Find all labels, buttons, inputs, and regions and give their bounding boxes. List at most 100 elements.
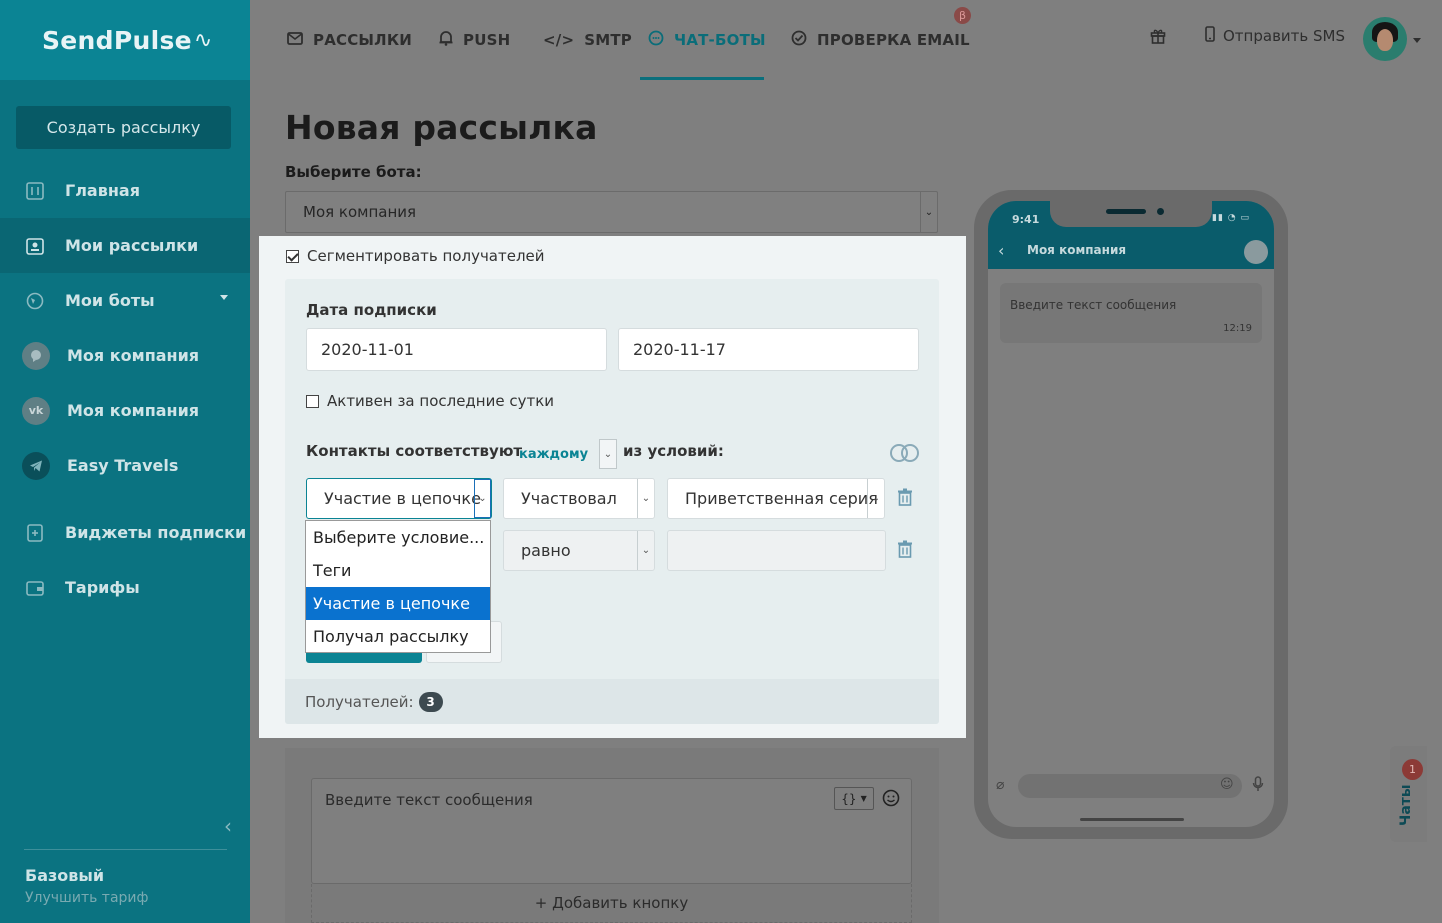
user-avatar[interactable] xyxy=(1363,17,1407,61)
sidebar-item-pricing[interactable]: Тарифы xyxy=(0,560,250,615)
tab-email-verify[interactable]: ПРОВЕРКА EMAIL xyxy=(791,0,970,80)
chats-count-badge: 1 xyxy=(1402,759,1423,780)
date-to-value: 2020-11-17 xyxy=(633,340,726,359)
sidebar-item-label: Виджеты подписки xyxy=(65,523,247,542)
tab-label: ПРОВЕРКА EMAIL xyxy=(817,31,970,49)
gift-icon[interactable] xyxy=(1150,28,1166,48)
chevron-down-icon: ⌄ xyxy=(474,479,491,518)
trash-icon[interactable] xyxy=(897,540,913,562)
chevron-down-icon[interactable] xyxy=(1413,38,1421,43)
phone-header: 9:41 ▮▮ ◔ ▭ ‹ Моя компания xyxy=(988,201,1274,269)
sidebar-item-label: Мои рассылки xyxy=(65,236,199,255)
plan-name: Базовый xyxy=(25,866,105,885)
tab-smtp[interactable]: </> SMTP xyxy=(543,0,632,80)
chevron-down-icon: ⌄ xyxy=(637,479,654,518)
rule2-value-input[interactable] xyxy=(667,530,886,571)
chat-bubble-icon xyxy=(648,30,664,50)
tab-label: РАССЫЛКИ xyxy=(313,31,413,49)
top-nav: РАССЫЛКИ PUSH </> SMTP ЧАТ-БОТЫ ПРОВЕРКА… xyxy=(250,0,1442,80)
campaigns-icon xyxy=(24,235,46,257)
active-checkbox-row[interactable]: Активен за последние сутки xyxy=(306,392,554,410)
bot-select-value: Моя компания xyxy=(303,203,417,221)
phone-screen: 9:41 ▮▮ ◔ ▭ ‹ Моя компания Введите текст… xyxy=(988,201,1274,827)
widget-icon xyxy=(24,522,46,544)
sidebar-item-widgets[interactable]: Виджеты подписки xyxy=(0,505,250,560)
add-button-row[interactable]: + Добавить кнопку xyxy=(311,884,912,923)
sidebar: SendPulse ∿ Создать рассылку Главная Мои… xyxy=(0,0,250,923)
recipients-count-badge: 3 xyxy=(418,691,443,712)
envelope-icon xyxy=(287,31,303,49)
sidebar-item-label: Мои боты xyxy=(65,291,155,310)
active-tab-indicator xyxy=(640,77,764,80)
active-checkbox[interactable] xyxy=(306,394,319,408)
chevron-down-icon[interactable] xyxy=(220,295,228,300)
back-icon: ‹ xyxy=(998,241,1005,260)
dropdown-option[interactable]: Выберите условие... xyxy=(306,521,490,554)
vk-icon: vk xyxy=(22,396,50,425)
rule2-operator-select[interactable]: равно ⌄ xyxy=(503,530,655,571)
emoji-icon[interactable] xyxy=(882,789,900,811)
dropdown-option-selected[interactable]: Участие в цепочке xyxy=(306,587,490,620)
sidebar-nav: Главная Мои рассылки Мои боты Моя компан… xyxy=(0,163,250,615)
pulse-icon: ∿ xyxy=(193,27,213,53)
chevron-down-icon: ⌄ xyxy=(637,531,654,570)
rule1-field-select[interactable]: Участие в цепочке ⌄ xyxy=(306,478,492,519)
trash-icon[interactable] xyxy=(897,488,913,510)
sidebar-divider xyxy=(24,849,227,850)
sidebar-item-bot-messenger[interactable]: Моя компания xyxy=(0,328,250,383)
braces-icon: {} xyxy=(841,791,857,806)
dropdown-option[interactable]: Теги xyxy=(306,554,490,587)
phone-notch xyxy=(1050,201,1212,227)
signal-wifi-battery-icon: ▮▮ ◔ ▭ xyxy=(1212,213,1250,223)
sidebar-item-bot-telegram[interactable]: Easy Travels xyxy=(0,438,250,493)
phone-time: 9:41 xyxy=(1012,213,1040,226)
sidebar-item-label: Главная xyxy=(65,181,140,200)
send-sms-link[interactable]: Отправить SMS xyxy=(1205,26,1345,46)
sidebar-item-home[interactable]: Главная xyxy=(0,163,250,218)
chevron-down-icon[interactable]: ⌄ xyxy=(599,439,617,469)
message-bubble: Введите текст сообщения 12:19 xyxy=(1000,283,1262,343)
date-to-input[interactable]: 2020-11-17 xyxy=(618,328,919,371)
variables-button[interactable]: {} ▼ xyxy=(834,787,874,810)
sidebar-item-my-campaigns[interactable]: Мои рассылки xyxy=(0,218,250,273)
conditions-label: из условий: xyxy=(623,442,724,460)
tab-chatbots[interactable]: ЧАТ-БОТЫ xyxy=(648,0,766,80)
rule1-operator-select[interactable]: Участвовал ⌄ xyxy=(503,478,655,519)
chats-tab-label: Чаты xyxy=(1398,784,1414,826)
phone-icon xyxy=(1205,26,1215,46)
wallet-icon xyxy=(24,577,46,599)
active-checkbox-label: Активен за последние сутки xyxy=(327,392,555,410)
create-campaign-button[interactable]: Создать рассылку xyxy=(16,106,231,149)
logo-text: SendPulse xyxy=(42,25,192,55)
segment-checkbox-row[interactable]: Сегментировать получателей xyxy=(286,247,545,265)
message-placeholder: Введите текст сообщения xyxy=(325,791,533,809)
chevron-down-icon: ⌄ xyxy=(867,479,884,518)
sidebar-item-bot-vk[interactable]: vk Моя компания xyxy=(0,383,250,438)
rule1-field-value: Участие в цепочке xyxy=(324,489,481,508)
check-circle-icon xyxy=(791,30,807,50)
segment-checkbox[interactable] xyxy=(286,249,299,263)
dropdown-option[interactable]: Получал рассылку xyxy=(306,620,490,653)
messenger-icon xyxy=(22,341,50,370)
condition-dropdown-list: Выберите условие... Теги Участие в цепоч… xyxy=(305,520,491,653)
venn-icon[interactable] xyxy=(890,444,920,462)
collapse-sidebar-icon[interactable]: ‹ xyxy=(224,814,232,838)
tab-push[interactable]: PUSH xyxy=(439,0,510,80)
upgrade-plan-link[interactable]: Улучшить тариф xyxy=(25,890,149,906)
phone-avatar xyxy=(1244,240,1268,264)
message-textarea[interactable]: Введите текст сообщения xyxy=(311,778,912,884)
chevron-down-icon: ⌄ xyxy=(920,192,937,232)
add-button-label: + Добавить кнопку xyxy=(534,894,689,912)
microphone-icon xyxy=(1252,776,1264,796)
page-title: Новая рассылка xyxy=(285,108,598,147)
sidebar-item-my-bots[interactable]: Мои боты xyxy=(0,273,250,328)
date-from-value: 2020-11-01 xyxy=(321,340,414,359)
sidebar-item-label: Easy Travels xyxy=(67,456,179,475)
date-from-input[interactable]: 2020-11-01 xyxy=(306,328,607,371)
bot-select[interactable]: Моя компания ⌄ xyxy=(285,191,938,233)
tab-label: PUSH xyxy=(463,31,511,49)
rule1-value-select[interactable]: Приветственная серия ⌄ xyxy=(667,478,885,519)
logo[interactable]: SendPulse ∿ xyxy=(0,0,250,80)
tab-campaigns[interactable]: РАССЫЛКИ xyxy=(287,0,412,80)
paperclip-icon: ⌀ xyxy=(996,777,1005,793)
